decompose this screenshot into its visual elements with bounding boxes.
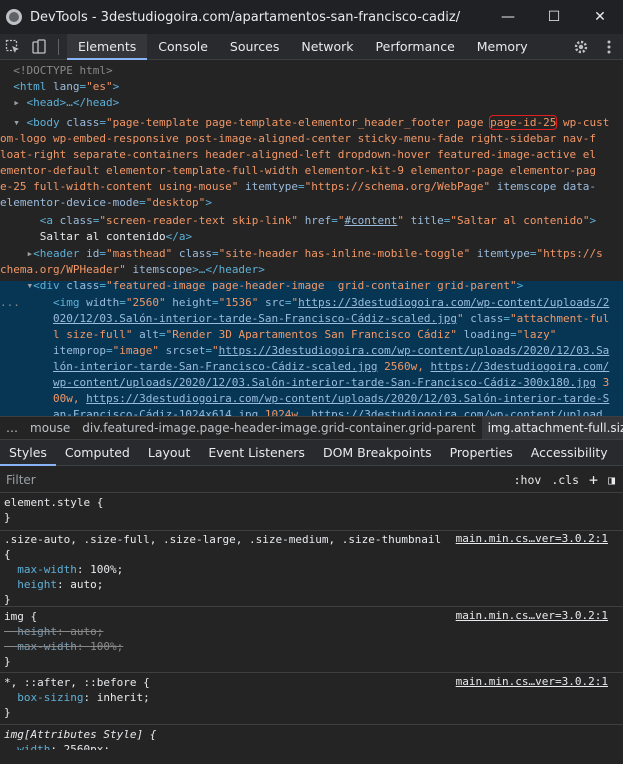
head-node[interactable]: ▸ <head>…</head> (0, 95, 623, 111)
tab-accessibility[interactable]: Accessibility (522, 440, 617, 466)
tab-layout[interactable]: Layout (139, 440, 200, 466)
skip-link-node[interactable]: <a class="screen-reader-text skip-link" … (0, 213, 623, 229)
tab-network[interactable]: Network (290, 34, 364, 60)
header-node[interactable]: ▸<header id="masthead" class="site-heade… (0, 246, 623, 262)
tab-separator (58, 38, 59, 55)
body-class-cont-4: e-25 full-width-content using-mouse" ite… (0, 180, 597, 193)
rule-size-classes[interactable]: .size-auto, .size-full, .size-large, .si… (0, 531, 623, 607)
property-max-width[interactable]: max-width: 100%; (0, 562, 623, 577)
page-id-highlight: page-id-25 (489, 115, 558, 130)
rule-source-link[interactable]: main.min.cs…ver=3.0.2:1 (456, 609, 608, 622)
devtools-tab-bar: Elements Console Sources Network Perform… (0, 33, 623, 60)
filter-actions: :hov .cls + ◨ (514, 467, 615, 493)
img-node-cont-4: lón-interior-tarde-San-Francisco-Cádiz-s… (52, 360, 610, 373)
rule-img-attributes[interactable]: img[Attributes Style] { width: 2560px; (0, 727, 623, 764)
body-node[interactable]: ▾ <body class="page-template page-templa… (0, 115, 623, 131)
minimize-button[interactable]: — (485, 0, 531, 34)
doctype-node[interactable]: <!DOCTYPE html> (0, 63, 623, 79)
rule-universal[interactable]: *, ::after, ::before { main.min.cs…ver=3… (0, 675, 623, 725)
tab-dom-breakpoints[interactable]: DOM Breakpoints (314, 440, 441, 466)
img-node-cont-5: wp-content/uploads/2020/12/03.Salón-inte… (52, 376, 610, 389)
device-toolbar-icon[interactable] (26, 34, 52, 60)
collapse-triangle-icon: ▾ (13, 116, 20, 129)
property-width[interactable]: width: 2560px; (0, 742, 623, 750)
inspect-element-icon[interactable] (0, 34, 26, 60)
tab-elements[interactable]: Elements (67, 33, 148, 60)
styles-rules-list[interactable]: element.style { } .size-auto, .size-full… (0, 493, 623, 764)
img-node-cont-7: an-Francisco-Cádiz-1024x614.jpg 1024w, h… (52, 408, 603, 416)
toggle-sidebar-icon[interactable]: ◨ (608, 473, 615, 487)
styles-pane-tabs: Styles Computed Layout Event Listeners D… (0, 440, 623, 466)
maximize-button[interactable]: ☐ (531, 0, 577, 34)
html-node[interactable]: <html lang="es"> (0, 79, 623, 95)
rule-img[interactable]: img { main.min.cs…ver=3.0.2:1 height: au… (0, 609, 623, 673)
tab-performance[interactable]: Performance (365, 34, 466, 60)
expand-triangle-icon: ▸ (13, 96, 20, 109)
hover-state-toggle[interactable]: :hov (514, 473, 542, 487)
tab-sources[interactable]: Sources (219, 34, 290, 60)
devtools-app-icon (6, 9, 22, 25)
rule-source-link[interactable]: main.min.cs…ver=3.0.2:1 (456, 532, 608, 545)
body-class-cont-3: ementor-default elementor-template-full-… (0, 164, 597, 177)
rule-source-link[interactable]: main.min.cs…ver=3.0.2:1 (456, 675, 608, 688)
class-toggle[interactable]: .cls (551, 473, 579, 487)
breadcrumb-item-img[interactable]: img.attachment-full.size-full (481, 417, 623, 439)
tab-styles[interactable]: Styles (0, 440, 56, 466)
close-button[interactable]: ✕ (577, 0, 623, 34)
styles-filter-bar: :hov .cls + ◨ (0, 467, 623, 493)
property-box-sizing[interactable]: box-sizing: inherit; (0, 690, 623, 705)
img-node-cont-2: l size-full" alt="Render 3D Apartamentos… (52, 328, 557, 341)
header-node-cont: chema.org/WPHeader" itemscope>…</header> (0, 263, 265, 276)
breadcrumb-overflow[interactable]: … (0, 417, 24, 439)
styles-filter-input[interactable] (6, 469, 406, 490)
add-rule-icon[interactable]: + (589, 471, 598, 489)
property-max-width-overridden[interactable]: max-width: 100%; (0, 639, 623, 654)
featured-image-div-node[interactable]: ▾<div class="featured-image page-header-… (0, 278, 623, 294)
body-class-cont-5: elementor-device-mode="desktop"> (0, 196, 212, 209)
settings-gear-icon[interactable] (567, 34, 595, 60)
window-title: DevTools - 3destudiogoira.com/apartament… (30, 9, 461, 25)
img-node[interactable]: ... <img width="2560" height="1536" src=… (0, 295, 623, 311)
property-height-overridden[interactable]: height: auto; (0, 624, 623, 639)
tab-computed[interactable]: Computed (56, 440, 139, 466)
tab-memory[interactable]: Memory (466, 34, 539, 60)
tab-event-listeners[interactable]: Event Listeners (199, 440, 314, 466)
body-class-cont-1: om-logo wp-embed-responsive post-image-a… (0, 132, 597, 145)
breadcrumb-item-body[interactable]: mouse (24, 417, 76, 439)
title-bar: DevTools - 3destudiogoira.com/apartament… (0, 0, 623, 34)
elements-tree[interactable]: <!DOCTYPE html> <html lang="es"> ▸ <head… (0, 61, 623, 416)
tab-bar-actions (567, 34, 623, 60)
window-controls: — ☐ ✕ (485, 0, 623, 34)
property-height[interactable]: height: auto; (0, 577, 623, 592)
rule-selector: img[Attributes Style] { (4, 728, 157, 741)
tab-properties[interactable]: Properties (441, 440, 522, 466)
img-node-cont-1: 020/12/03.Salón-interior-tarde-San-Franc… (52, 312, 610, 325)
breadcrumb-item-div[interactable]: div.featured-image.page-header-image.gri… (76, 417, 481, 439)
tab-console[interactable]: Console (147, 34, 219, 60)
img-node-cont-6: 00w, https://3destudiogoira.com/wp-conte… (52, 392, 610, 405)
rule-selector: element.style { (4, 496, 104, 509)
more-options-icon[interactable] (595, 34, 623, 60)
breadcrumb: … mouse div.featured-image.page-header-i… (0, 416, 623, 440)
rule-element-style[interactable]: element.style { } (0, 495, 623, 531)
body-class-cont-2: loat-right separate-containers header-al… (0, 148, 597, 161)
img-node-cont-3: itemprop="image" srcset="https://3destud… (52, 344, 610, 357)
skip-link-text: Saltar al contenido</a> (39, 230, 193, 243)
